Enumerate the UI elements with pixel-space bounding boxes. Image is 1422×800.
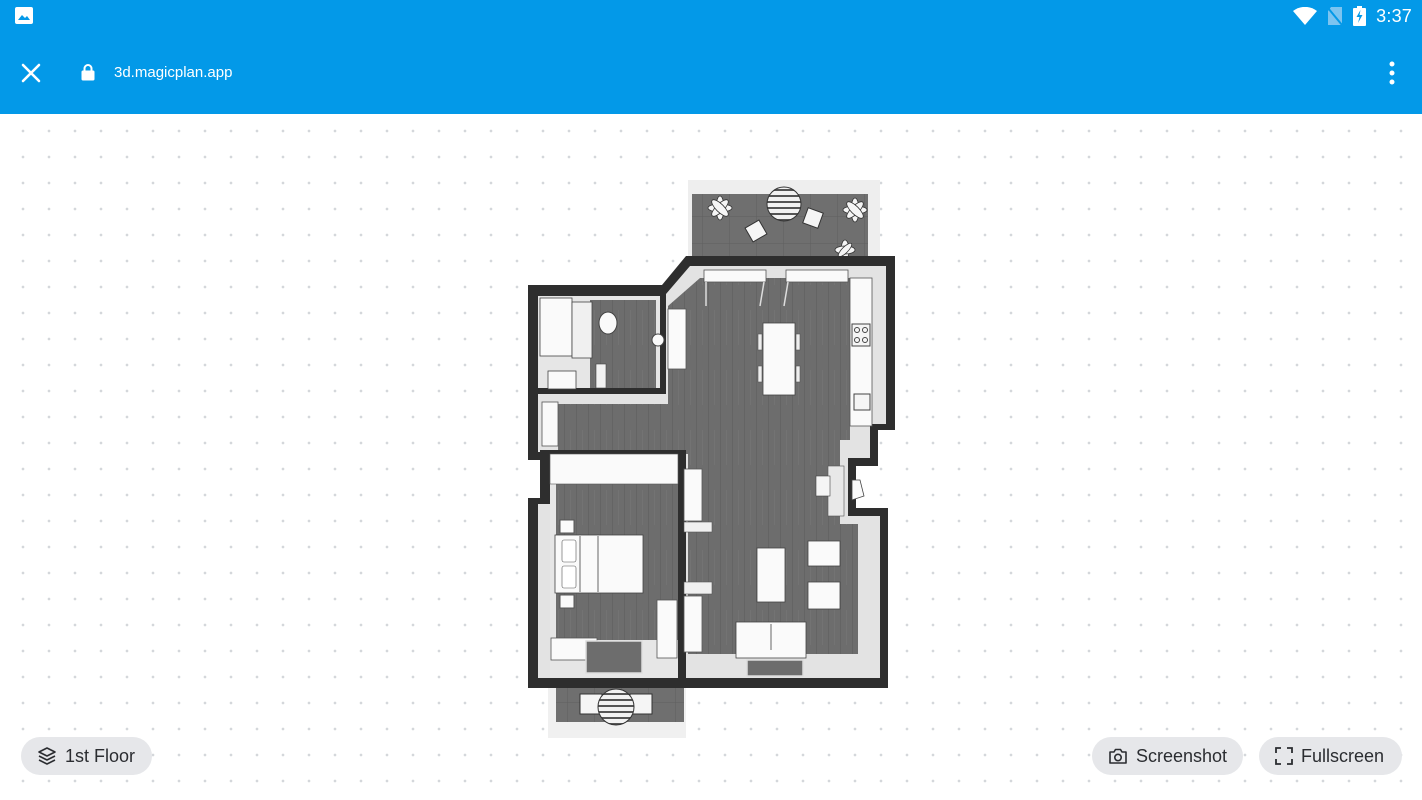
status-icons: 3:37 bbox=[1293, 5, 1412, 27]
nightstand bbox=[559, 594, 575, 609]
camera-icon bbox=[1109, 748, 1127, 764]
dining-table bbox=[757, 322, 801, 396]
balcony-table bbox=[766, 186, 802, 222]
fullscreen-label: Fullscreen bbox=[1301, 745, 1385, 766]
lock-icon bbox=[81, 64, 95, 81]
url-text[interactable]: 3d.magicplan.app bbox=[114, 64, 232, 81]
top-balcony bbox=[688, 180, 880, 261]
more-options-button[interactable] bbox=[1382, 60, 1402, 86]
bottom-balcony bbox=[548, 684, 686, 738]
screenshot-label: Screenshot bbox=[1136, 745, 1228, 766]
fullscreen-icon bbox=[1275, 747, 1293, 765]
stove bbox=[851, 323, 871, 347]
fullscreen-button[interactable]: Fullscreen bbox=[1259, 737, 1402, 775]
close-icon bbox=[21, 63, 41, 83]
floor-selector-button[interactable]: 1st Floor bbox=[21, 737, 152, 775]
status-time: 3:37 bbox=[1376, 5, 1412, 26]
screenshot-button[interactable]: Screenshot bbox=[1092, 737, 1243, 775]
3d-viewer-canvas[interactable]: 1st Floor Screenshot Fullscreen bbox=[0, 114, 1422, 800]
sink bbox=[651, 333, 665, 347]
layers-icon bbox=[38, 747, 56, 765]
kitchen-counter bbox=[849, 277, 873, 427]
armchair bbox=[807, 540, 841, 567]
url-bar: 3d.magicplan.app bbox=[0, 32, 1422, 114]
nightstand bbox=[559, 519, 575, 534]
coffee-table bbox=[756, 547, 786, 603]
browser-top-bar: 3:37 3d.magicplan.app bbox=[0, 0, 1422, 114]
desk bbox=[656, 599, 678, 659]
sofa bbox=[735, 621, 807, 677]
balcony-table bbox=[597, 688, 635, 726]
battery-charging-icon bbox=[1353, 6, 1367, 26]
image-icon bbox=[15, 7, 33, 24]
kitchen-sink bbox=[853, 393, 871, 411]
status-bar: 3:37 bbox=[0, 0, 1422, 32]
close-button[interactable] bbox=[18, 60, 44, 86]
more-vert-icon bbox=[1389, 61, 1395, 85]
armchair bbox=[807, 581, 841, 610]
wifi-icon bbox=[1293, 7, 1318, 25]
floor-plan[interactable] bbox=[520, 174, 910, 744]
bathroom[interactable] bbox=[532, 290, 666, 394]
toilet bbox=[598, 311, 618, 335]
shower bbox=[571, 301, 593, 359]
floor-selector-label: 1st Floor bbox=[65, 745, 136, 766]
bedroom[interactable] bbox=[540, 450, 686, 682]
no-sim-icon bbox=[1327, 7, 1343, 26]
bathtub bbox=[539, 297, 573, 357]
